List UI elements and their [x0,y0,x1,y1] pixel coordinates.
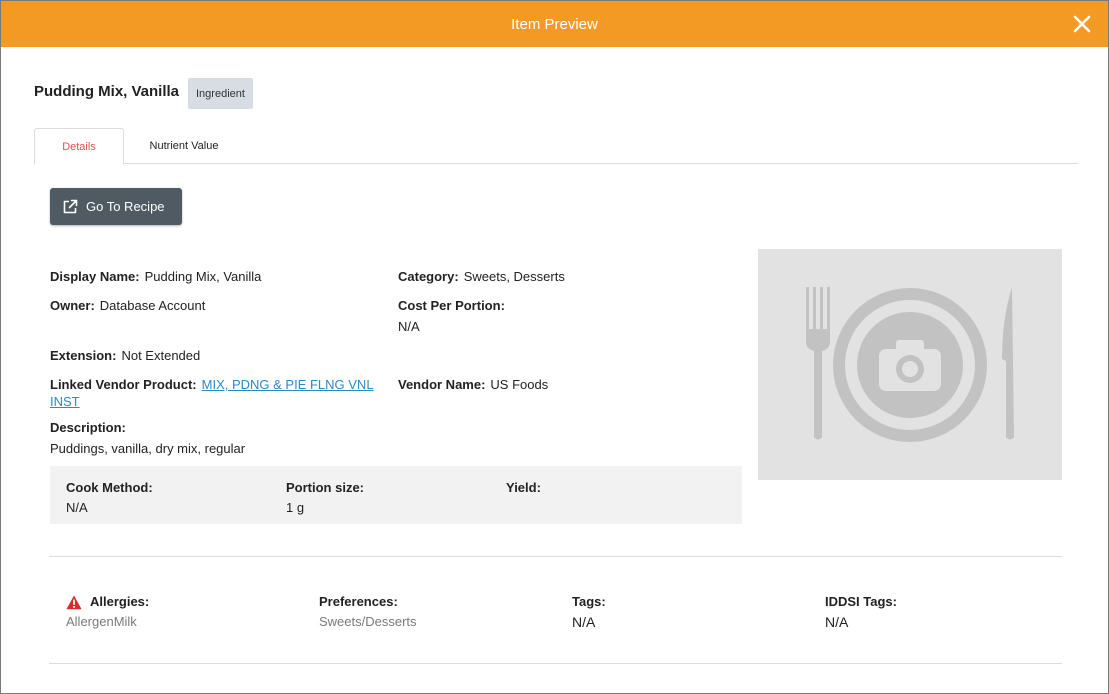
category-label: Category: [398,269,459,284]
owner-value: Database Account [99,298,206,313]
display-name-label: Display Name: [50,269,140,284]
vendor-name-value: US Foods [490,377,549,392]
item-type-badge: Ingredient [188,78,253,109]
allergies-value: AllergenMilk [66,614,137,629]
modal-title: Item Preview [511,15,598,33]
vendor-name-label: Vendor Name: [398,377,486,392]
cook-method-value: N/A [66,500,88,515]
extension-label: Extension: [50,348,117,363]
allergies-label: Allergies: [90,594,150,609]
vendor-name-field: Vendor Name: US Foods [398,376,548,393]
tab-details[interactable]: Details [34,128,124,165]
tags-label: Tags: [572,594,606,609]
category-field: Category: Sweets, Desserts [398,268,565,285]
plate-camera-icon [806,287,1014,442]
preferences-value: Sweets/Desserts [319,614,417,629]
cook-info-panel: Cook Method: N/A Portion size: 1 g Yield… [50,466,742,524]
description-label: Description: [50,420,126,435]
item-preview-modal: Item Preview Pudding Mix, Vanilla Ingred… [0,0,1109,694]
iddsi-tags-value: N/A [825,614,849,630]
iddsi-tags-field: IDDSI Tags: N/A [825,592,897,633]
yield-label: Yield: [506,480,541,495]
linked-vendor-product-link[interactable]: MIX, PDNG & PIE FLNG VNL [202,377,374,392]
cook-method-label: Cook Method: [66,480,153,495]
allergies-field: Allergies: AllergenMilk [66,592,149,632]
tab-nutrient-value[interactable]: Nutrient Value [126,128,242,164]
go-to-recipe-label: Go To Recipe [86,199,165,214]
owner-field: Owner: Database Account [50,297,205,314]
portion-size-value: 1 g [286,500,305,515]
display-name-value: Pudding Mix, Vanilla [144,269,262,284]
divider-top [49,556,1062,557]
preferences-label: Preferences: [319,594,398,609]
tags-value: N/A [572,614,596,630]
cook-method-field: Cook Method: N/A [66,478,153,518]
linked-vendor-product-label: Linked Vendor Product: [50,377,197,392]
iddsi-tags-label: IDDSI Tags: [825,594,897,609]
tab-bar: Details Nutrient Value [34,128,1078,165]
cost-per-portion-field: Cost Per Portion: [398,297,510,314]
linked-vendor-product-link-cont[interactable]: INST [50,394,80,409]
yield-field: Yield: [506,478,541,498]
cost-per-portion-label: Cost Per Portion: [398,298,505,313]
external-link-icon [63,199,78,213]
go-to-recipe-button[interactable]: Go To Recipe [50,188,182,225]
modal-header: Item Preview [1,1,1108,47]
description-field: Description: [50,419,131,436]
tags-field: Tags: N/A [572,592,606,633]
category-value: Sweets, Desserts [463,269,565,284]
description-value: Puddings, vanilla, dry mix, regular [50,441,246,456]
divider-bottom [49,663,1062,664]
extension-value: Not Extended [121,348,201,363]
owner-label: Owner: [50,298,95,313]
item-title: Pudding Mix, Vanilla [34,83,180,100]
warning-icon [66,595,82,609]
preferences-field: Preferences: Sweets/Desserts [319,592,417,632]
portion-size-field: Portion size: 1 g [286,478,364,518]
close-icon [1073,15,1091,33]
display-name-field: Display Name: Pudding Mix, Vanilla [50,268,261,285]
cost-per-portion-value: N/A [398,319,420,334]
close-button[interactable] [1070,12,1094,36]
linked-vendor-product-field: Linked Vendor Product: MIX, PDNG & PIE FL… [50,376,374,393]
portion-size-label: Portion size: [286,480,365,495]
item-photo-placeholder [758,249,1062,480]
extension-field: Extension: Not Extended [50,347,200,364]
